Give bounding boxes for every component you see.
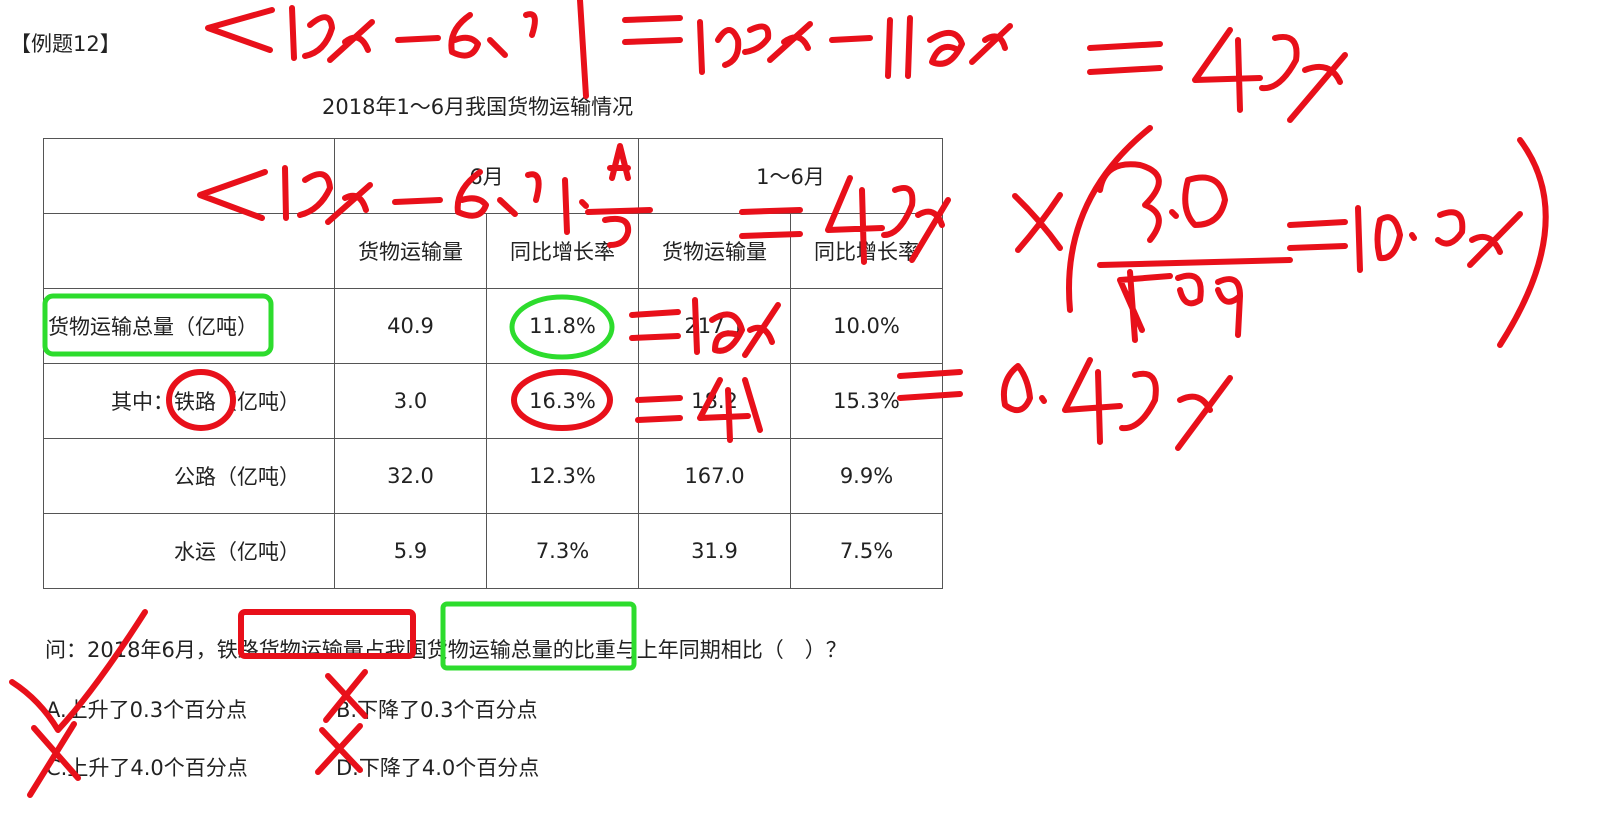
table-cell: 32.0 [334, 438, 487, 514]
table-cell: 16.3% [486, 363, 639, 439]
option-d[interactable]: D.下降了4.0个百分点 [336, 752, 539, 782]
row-label: 公路（亿吨） [43, 438, 335, 514]
table-cell: 12.3% [486, 438, 639, 514]
table-cell: 7.3% [486, 513, 639, 589]
sub-header: 同比增长率 [790, 213, 943, 289]
table-cell: 5.9 [334, 513, 487, 589]
sub-header: 同比增长率 [486, 213, 639, 289]
example-label: 【例题12】 [10, 32, 121, 56]
table-cell: 40.9 [334, 288, 487, 364]
question-text: 问：2018年6月，铁路货物运输量占我国货物运输总量的比重与上年同期相比（ ）？ [45, 638, 847, 662]
table-row-total: 货物运输总量（亿吨） 40.9 11.8% 217.1 10.0% [43, 288, 943, 364]
sub-header: 货物运输量 [638, 213, 791, 289]
period-header-jan-jun: 1～6月 [638, 138, 943, 214]
corner-cell [43, 138, 335, 214]
table-cell: 10.0% [790, 288, 943, 364]
row-label: 水运（亿吨） [43, 513, 335, 589]
sub-header: 货物运输量 [334, 213, 487, 289]
table-cell: 167.0 [638, 438, 791, 514]
sub-header-row: 货物运输量 同比增长率 货物运输量 同比增长率 [43, 213, 943, 289]
table-row-rail: 其中：铁路（亿吨） 3.0 16.3% 18.2 15.3% [43, 363, 943, 439]
corner-cell-lower [43, 213, 335, 289]
option-c[interactable]: C.上升了4.0个百分点 [46, 752, 248, 782]
freight-table: 6月 1～6月 货物运输量 同比增长率 货物运输量 同比增长率 货物运输总量（亿… [43, 138, 943, 589]
row-label: 其中：铁路（亿吨） [43, 363, 335, 439]
option-a[interactable]: A.上升了0.3个百分点 [46, 694, 247, 724]
table-row-water: 水运（亿吨） 5.9 7.3% 31.9 7.5% [43, 513, 943, 589]
table-cell: 11.8% [486, 288, 639, 364]
row-label: 货物运输总量（亿吨） [43, 288, 335, 364]
table-cell: 31.9 [638, 513, 791, 589]
table-cell: 217.1 [638, 288, 791, 364]
table-cell: 3.0 [334, 363, 487, 439]
period-header-row: 6月 1～6月 [43, 138, 943, 214]
table-row-road: 公路（亿吨） 32.0 12.3% 167.0 9.9% [43, 438, 943, 514]
option-b[interactable]: B.下降了0.3个百分点 [336, 694, 537, 724]
table-cell: 15.3% [790, 363, 943, 439]
table-cell: 9.9% [790, 438, 943, 514]
period-header-june: 6月 [334, 138, 639, 214]
table-cell: 7.5% [790, 513, 943, 589]
table-title: 2018年1～6月我国货物运输情况 [322, 95, 634, 119]
table-cell: 18.2 [638, 363, 791, 439]
